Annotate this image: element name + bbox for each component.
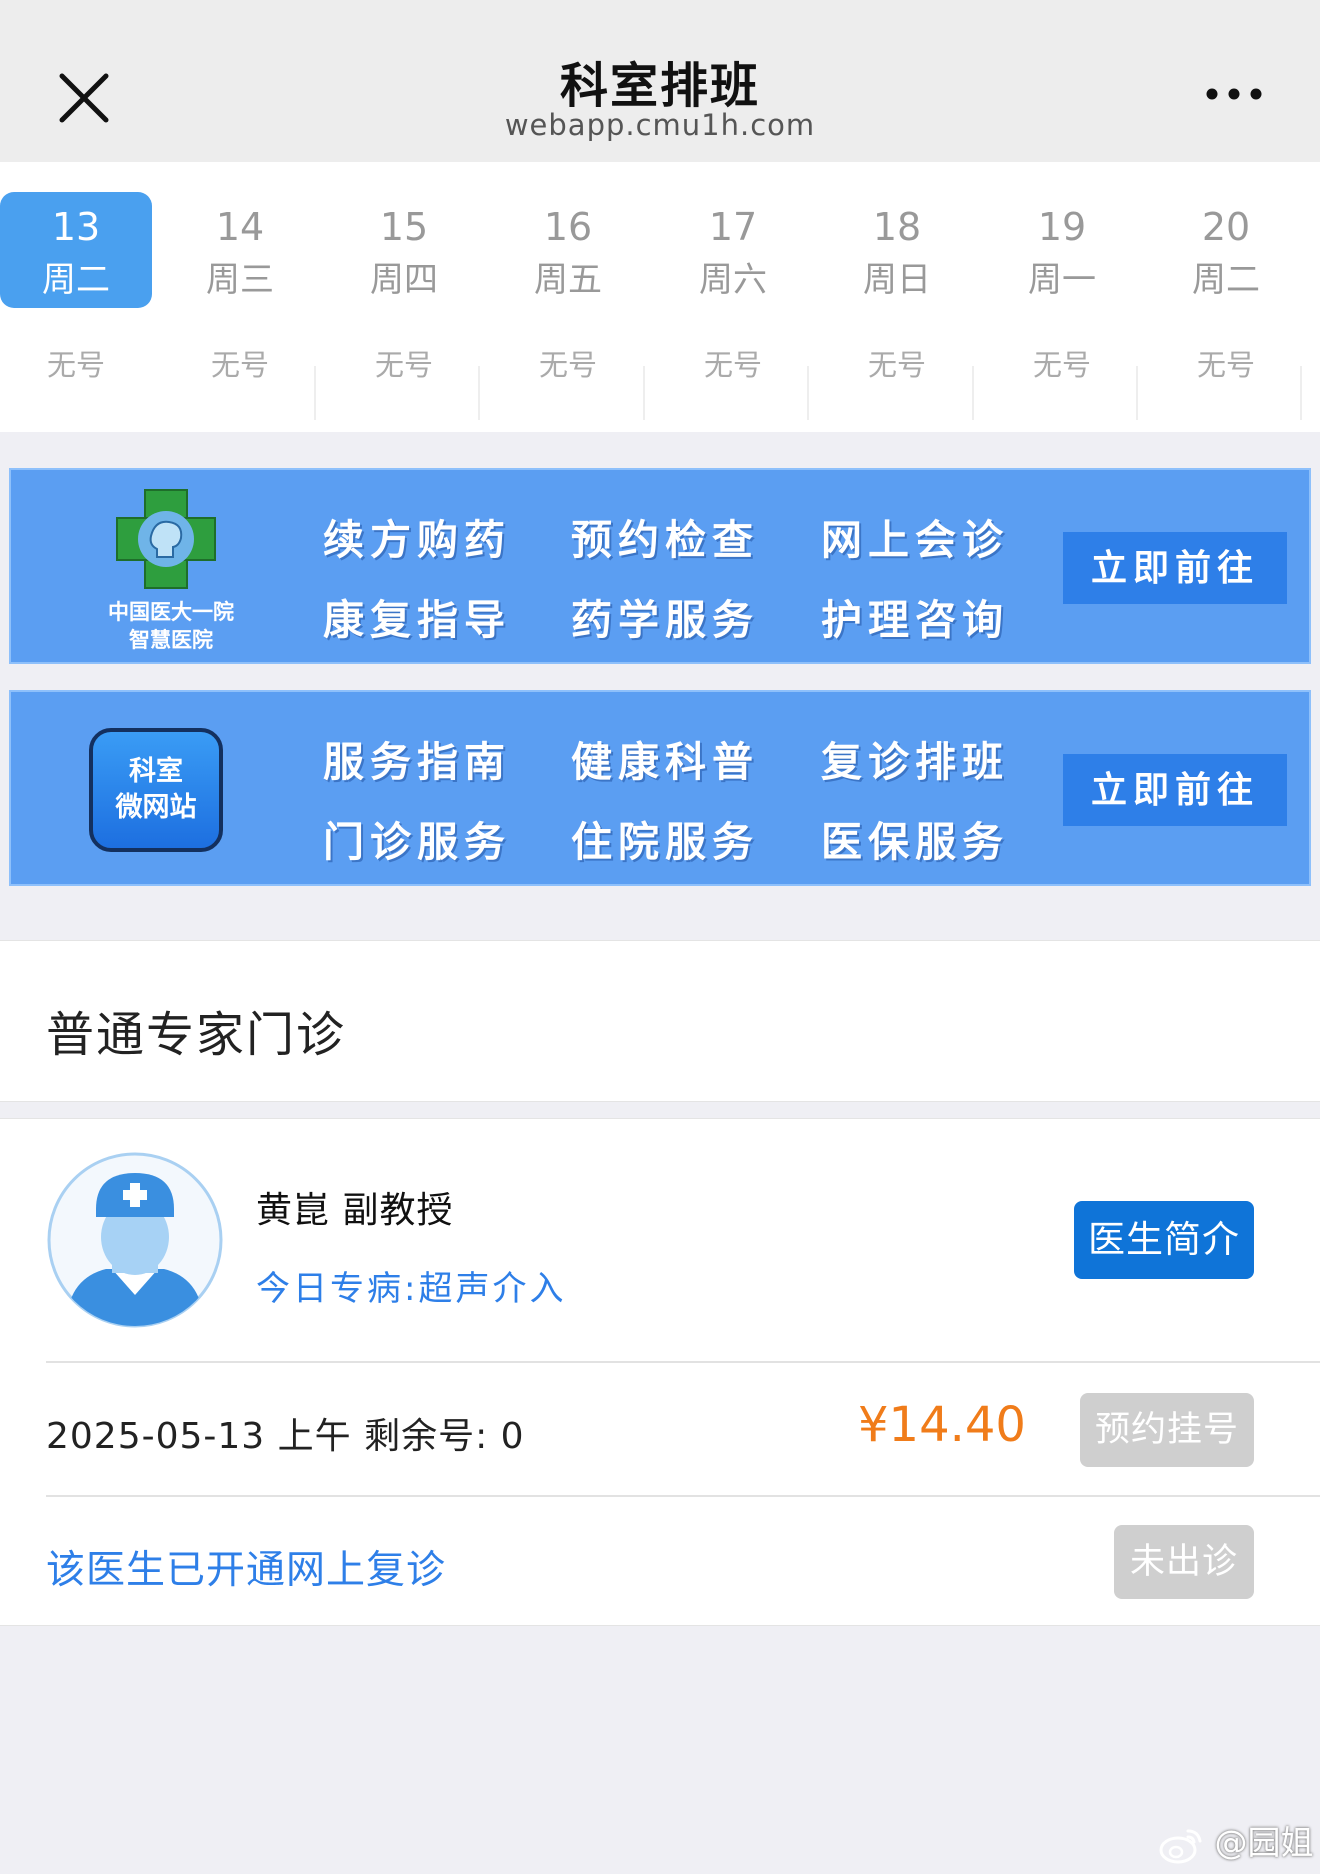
date-weekday: 周三 xyxy=(206,260,274,300)
page-title: 科室排班 xyxy=(559,58,760,114)
date-day: 17 xyxy=(708,205,758,249)
banner-service-refill: 续方购药 xyxy=(323,516,511,564)
card-divider xyxy=(46,1361,1320,1363)
banner-service-outpatient: 门诊服务 xyxy=(323,818,511,866)
date-status: 无号 xyxy=(703,348,762,382)
date-weekday: 周二 xyxy=(42,260,110,300)
department-site-banner[interactable]: 科室 微网站 服务指南 健康科普 复诊排班 门诊服务 住院服务 医保服务 立即前… xyxy=(9,690,1311,886)
date-divider xyxy=(478,366,480,420)
banner-service-insurance: 医保服务 xyxy=(821,818,1009,866)
slot-price: ¥14.40 xyxy=(858,1397,1026,1453)
date-weekday: 周四 xyxy=(370,260,438,300)
date-tab[interactable]: 19 周一 无号 xyxy=(986,192,1138,382)
date-weekday: 周五 xyxy=(534,260,602,300)
date-tab[interactable]: 17 周六 无号 xyxy=(657,192,809,382)
date-day: 19 xyxy=(1037,205,1087,249)
date-day: 14 xyxy=(215,205,265,249)
banner-service-inpatient: 住院服务 xyxy=(571,818,759,866)
date-status: 无号 xyxy=(538,348,597,382)
card-divider xyxy=(46,1495,1320,1497)
date-divider xyxy=(1300,366,1302,420)
date-status: 无号 xyxy=(1032,348,1091,382)
hospital-cross-logo-icon xyxy=(116,489,216,589)
not-in-clinic-button[interactable]: 未出诊 xyxy=(1114,1525,1254,1599)
book-appointment-button[interactable]: 预约挂号 xyxy=(1080,1393,1254,1467)
date-tab[interactable]: 15 周四 无号 xyxy=(328,192,480,382)
online-revisit-link[interactable]: 该医生已开通网上复诊 xyxy=(46,1539,446,1595)
banner-service-rehab: 康复指导 xyxy=(323,596,511,644)
date-day: 13 xyxy=(51,205,101,249)
date-tab[interactable]: 13 周二 无号 xyxy=(0,192,152,382)
date-selector: 13 周二 无号 14 周三 无号 15 周四 无号 16 周五 无号 17 周… xyxy=(0,162,1320,432)
weibo-icon xyxy=(1159,1829,1202,1863)
date-tab[interactable]: 20 周二 无号 xyxy=(1150,192,1302,382)
banner-service-consult: 网上会诊 xyxy=(821,516,1009,564)
clinic-title: 普通专家门诊 xyxy=(46,1007,347,1063)
banner-service-pharmacy: 药学服务 xyxy=(571,596,759,644)
banner-service-revisit: 复诊排班 xyxy=(821,738,1009,786)
date-divider xyxy=(972,366,974,420)
date-status: 无号 xyxy=(374,348,433,382)
date-divider xyxy=(1136,366,1138,420)
date-tab[interactable]: 18 周日 无号 xyxy=(821,192,973,382)
date-divider xyxy=(643,366,645,420)
date-status: 无号 xyxy=(867,348,926,382)
date-weekday: 周日 xyxy=(863,260,931,300)
page-url: webapp.cmu1h.com xyxy=(504,108,816,142)
banner-service-guide: 服务指南 xyxy=(323,738,511,786)
go-now-button[interactable]: 立即前往 xyxy=(1063,532,1287,604)
department-site-logo: 科室 微网站 xyxy=(89,728,223,852)
date-divider xyxy=(314,366,316,420)
date-tab[interactable]: 16 周五 无号 xyxy=(492,192,644,382)
more-icon[interactable] xyxy=(1204,82,1264,106)
date-weekday: 周六 xyxy=(699,260,767,300)
clinic-section-header: 普通专家门诊 xyxy=(0,940,1320,1102)
banner-service-nursing: 护理咨询 xyxy=(821,596,1009,644)
date-weekday: 周一 xyxy=(1028,260,1096,300)
doctor-avatar-icon xyxy=(47,1152,223,1328)
hospital-logo-caption: 中国医大一院 智慧医院 xyxy=(108,599,234,652)
go-now-button[interactable]: 立即前往 xyxy=(1063,754,1287,826)
date-status: 无号 xyxy=(210,348,269,382)
date-tab[interactable]: 14 周三 无号 xyxy=(164,192,316,382)
watermark-text: @园姐 xyxy=(1214,1823,1314,1862)
date-status: 无号 xyxy=(46,348,105,382)
date-day: 15 xyxy=(379,205,429,249)
banner-service-health: 健康科普 xyxy=(571,738,759,786)
date-status: 无号 xyxy=(1196,348,1255,382)
date-day: 18 xyxy=(872,205,922,249)
doctor-card: 黄崑 副教授 今日专病:超声介入 医生简介 2025-05-13 上午 剩余号:… xyxy=(0,1118,1320,1626)
nav-bar: 科室排班 webapp.cmu1h.com xyxy=(0,0,1320,162)
date-day: 20 xyxy=(1201,205,1251,249)
banner-service-exam: 预约检查 xyxy=(571,516,759,564)
doctor-profile-button[interactable]: 医生简介 xyxy=(1074,1201,1254,1279)
smart-hospital-banner[interactable]: 中国医大一院 智慧医院 续方购药 预约检查 网上会诊 康复指导 药学服务 护理咨… xyxy=(9,468,1311,664)
date-weekday: 周二 xyxy=(1192,260,1260,300)
doctor-name: 黄崑 副教授 xyxy=(256,1190,454,1231)
date-day: 16 xyxy=(543,205,593,249)
watermark: @园姐 xyxy=(1158,1816,1314,1863)
slot-info: 2025-05-13 上午 剩余号: 0 xyxy=(46,1416,525,1457)
doctor-specialty: 今日专病:超声介入 xyxy=(256,1269,567,1309)
date-divider xyxy=(807,366,809,420)
